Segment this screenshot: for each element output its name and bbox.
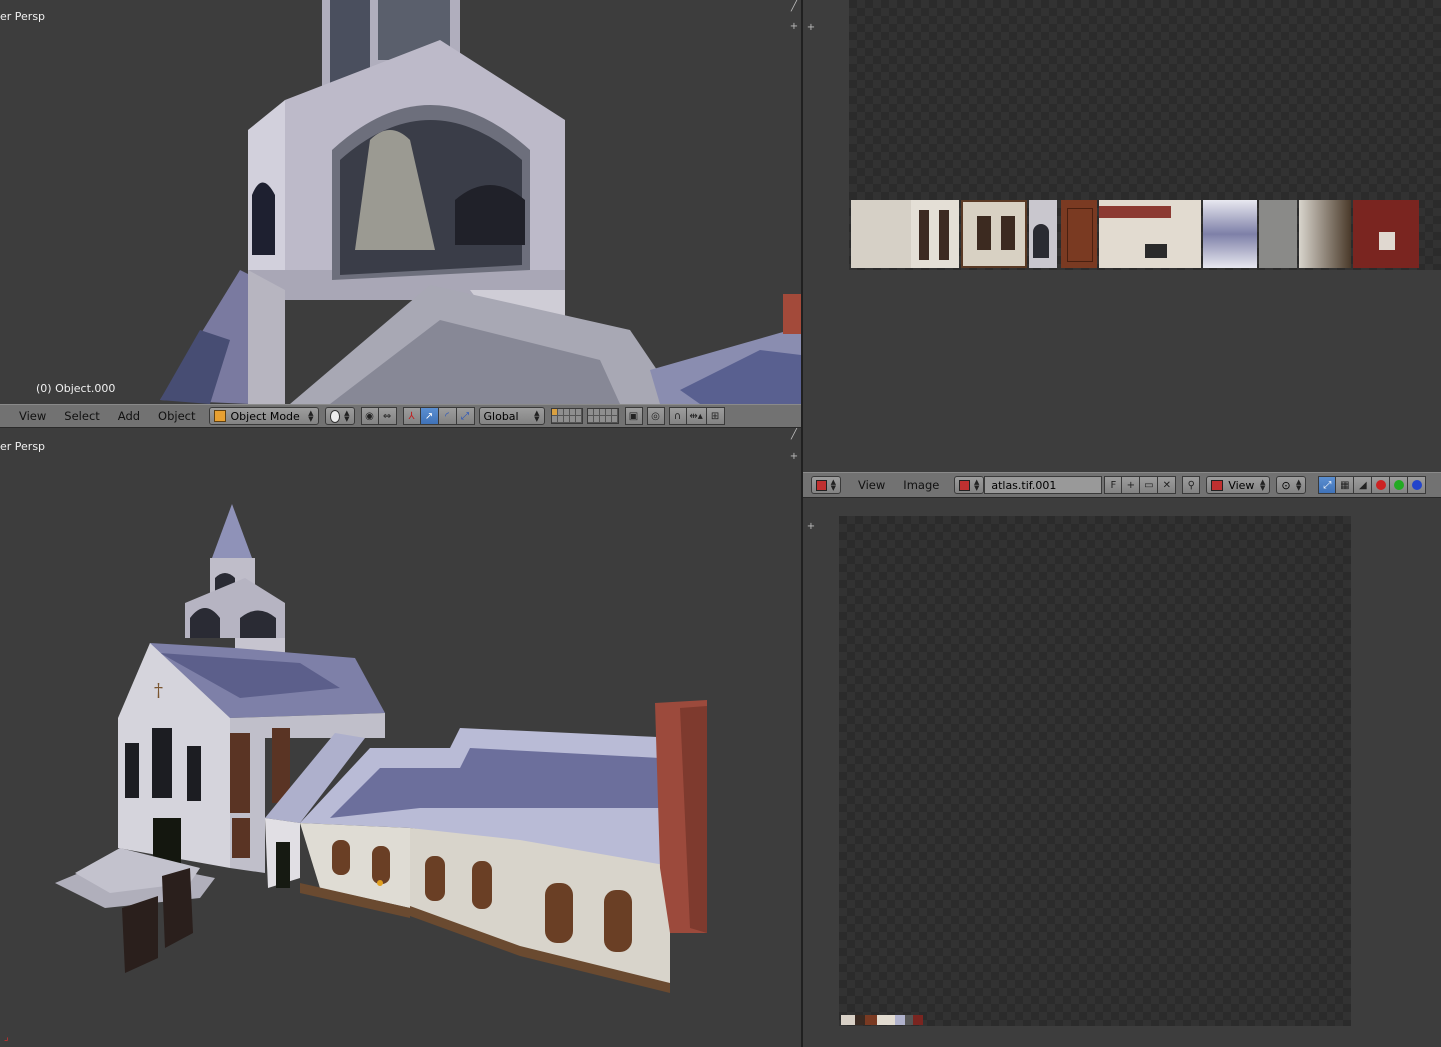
image-browse-button[interactable]: ▲ ▼: [954, 476, 985, 494]
view-mode-icon: [1211, 479, 1224, 491]
draw-channels-icon[interactable]: ⤢: [1318, 476, 1337, 494]
menu-add[interactable]: Add: [109, 409, 149, 423]
viewport-3d-top[interactable]: er Persp ╱ + (0) Object.000: [0, 0, 801, 404]
texture-tile: [1029, 200, 1057, 268]
image-name-text: atlas.tif.001: [991, 478, 1057, 492]
texture-tile: [1299, 200, 1351, 268]
manipulator-icon[interactable]: ⇔: [378, 407, 397, 425]
image-editor-top[interactable]: +: [803, 0, 1441, 472]
orientation-selector[interactable]: Global ▲ ▼: [478, 407, 545, 425]
texture-atlas-strip: [851, 200, 1419, 268]
image-editor-bottom[interactable]: +: [803, 498, 1441, 1047]
alpha-checker-icon[interactable]: ▦: [1336, 476, 1355, 494]
proportional-icon[interactable]: ◎: [646, 407, 665, 425]
mode-selector[interactable]: Object Mode ▲ ▼: [208, 407, 319, 425]
lock-layers-icon[interactable]: ▣: [624, 407, 643, 425]
texture-tile: [1353, 200, 1419, 268]
blue-channel-icon[interactable]: [1408, 476, 1427, 494]
pivot-selector[interactable]: ⊙ ▲ ▼: [1276, 476, 1307, 494]
mode-cube-icon: [213, 410, 226, 422]
red-channel-icon[interactable]: [1372, 476, 1391, 494]
image-editor-icon: [816, 479, 827, 491]
menu-view[interactable]: View: [10, 409, 55, 423]
texture-tile: [961, 200, 1027, 268]
mode-label: Object Mode: [230, 409, 300, 423]
image-icon: [959, 479, 970, 491]
image-canvas[interactable]: [839, 516, 1351, 1026]
image-editor-header: ▲ ▼ View Image ▲ ▼ atlas.tif.001 F + ▭ ✕ ⚲…: [803, 472, 1441, 498]
menu-view[interactable]: View: [849, 478, 894, 492]
texture-tile: [1099, 200, 1201, 268]
svg-text:†: †: [154, 680, 163, 701]
menu-image[interactable]: Image: [894, 478, 948, 492]
chevron-updown-icon: ▲ ▼: [308, 409, 314, 423]
image-name-field[interactable]: atlas.tif.001: [984, 476, 1103, 494]
orientation-label: Global: [483, 409, 519, 423]
rotate-icon[interactable]: ◜: [438, 407, 457, 425]
texture-tile: [1203, 200, 1257, 268]
snap-icon[interactable]: ⇹▴: [686, 407, 707, 425]
object-info-label: (0) Object.000: [36, 382, 116, 395]
texture-tile: [911, 200, 959, 268]
camera-icon: ⊙: [1281, 478, 1291, 492]
unlink-icon[interactable]: ✕: [1158, 476, 1177, 494]
new-icon[interactable]: +: [1122, 476, 1141, 494]
magnet-icon[interactable]: ∩: [668, 407, 687, 425]
editor-type-selector[interactable]: ▲ ▼: [811, 476, 841, 494]
texture-tile: [1259, 200, 1297, 268]
atlas-thumbnail: [841, 1015, 931, 1025]
viewport-shading-selector[interactable]: ▲ ▼: [324, 407, 355, 425]
green-channel-icon[interactable]: [1390, 476, 1409, 494]
layers-grid-b[interactable]: [586, 408, 619, 424]
church-render: † ⌟: [4, 504, 707, 1043]
menu-object[interactable]: Object: [149, 409, 204, 423]
plus-toggle-icon[interactable]: +: [806, 522, 816, 532]
fake-user-button[interactable]: F: [1104, 476, 1123, 494]
scale-icon[interactable]: ⤢: [456, 407, 475, 425]
pivot-icon[interactable]: ◉: [360, 407, 379, 425]
shading-sphere-icon: [329, 409, 341, 423]
pin-icon[interactable]: ⚲: [1182, 476, 1201, 494]
translate-icon[interactable]: ↗: [420, 407, 439, 425]
z-buffer-icon[interactable]: ◢: [1354, 476, 1373, 494]
texture-tile: [851, 200, 911, 268]
plus-toggle-icon[interactable]: +: [806, 23, 816, 33]
manipulator-axes-icon[interactable]: ⅄: [402, 407, 421, 425]
view-mode-selector[interactable]: View ▲ ▼: [1206, 476, 1271, 494]
menu-select[interactable]: Select: [55, 409, 108, 423]
svg-text:⌟: ⌟: [4, 1032, 9, 1043]
open-icon[interactable]: ▭: [1140, 476, 1159, 494]
view3d-header: View Select Add Object Object Mode ▲ ▼ ▲ ▼…: [0, 404, 801, 428]
layers-grid-a[interactable]: [550, 408, 583, 424]
render-icon[interactable]: ⊞: [706, 407, 725, 425]
view-mode-label: View: [1228, 478, 1255, 492]
viewport-3d-bottom[interactable]: er Persp ╱ + † ⌟: [0, 428, 801, 1047]
texture-tile: [1061, 200, 1097, 268]
bell-tower-render: [160, 0, 801, 404]
